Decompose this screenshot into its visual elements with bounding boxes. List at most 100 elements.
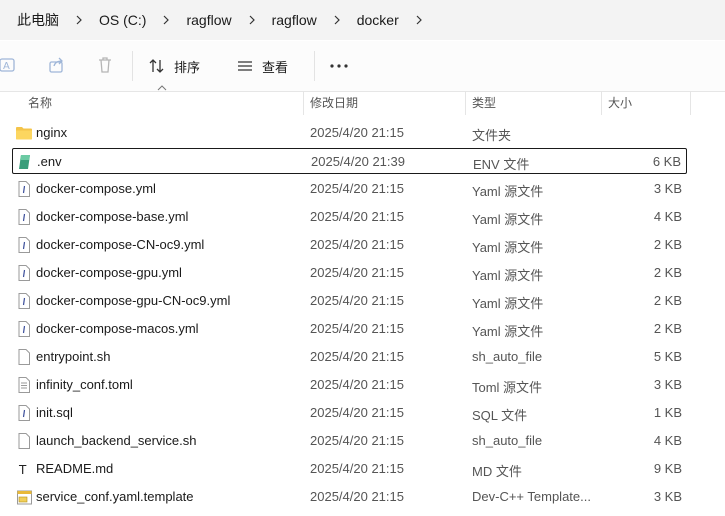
breadcrumb-item-ragflow-inner[interactable]: ragflow [272, 12, 317, 28]
delete-icon[interactable] [96, 56, 114, 74]
yaml-file-icon [17, 181, 31, 197]
file-size: 2 KB [653, 237, 682, 252]
breadcrumb: 此电脑 OS (C:) ragflow ragflow docker [0, 0, 725, 40]
file-modified-date: 2025/4/20 21:15 [310, 293, 404, 308]
file-row[interactable]: docker-compose-base.yml 2025/4/20 21:15 Ya… [12, 204, 687, 230]
file-row[interactable]: entrypoint.sh 2025/4/20 21:15 sh_auto_file… [12, 344, 687, 370]
file-name: docker-compose-base.yml [36, 209, 189, 224]
file-row[interactable]: docker-compose-gpu-CN-oc9.yml 2025/4/20 2… [12, 288, 687, 314]
file-type: Yaml 源文件 [472, 296, 544, 311]
text-file-icon [17, 377, 31, 393]
yaml-file-icon [17, 209, 31, 225]
chevron-right-icon[interactable] [232, 15, 272, 25]
file-row[interactable]: nginx 2025/4/20 21:15 文件夹 [12, 120, 687, 146]
file-name: docker-compose.yml [36, 181, 156, 196]
generic-file-icon [17, 349, 31, 365]
file-size: 2 KB [653, 321, 682, 336]
file-row[interactable]: docker-compose-gpu.yml 2025/4/20 21:15 Yam… [12, 260, 687, 286]
file-type: Yaml 源文件 [472, 268, 544, 283]
more-icon [330, 64, 348, 68]
sort-icon [149, 59, 164, 73]
file-row[interactable]: docker-compose.yml 2025/4/20 21:15 Yaml 源文… [12, 176, 687, 202]
yaml-file-icon [17, 321, 31, 337]
column-header-name[interactable]: 名称 [22, 91, 304, 115]
yaml-file-icon [17, 405, 31, 421]
sort-label: 排序 [174, 59, 201, 75]
markdown-file-icon: T [17, 461, 31, 477]
breadcrumb-item-ragflow[interactable]: ragflow [186, 12, 231, 28]
file-modified-date: 2025/4/20 21:39 [311, 154, 405, 169]
chevron-right-icon[interactable] [317, 15, 357, 25]
more-options-button[interactable] [328, 55, 350, 77]
file-modified-date: 2025/4/20 21:15 [310, 433, 404, 448]
chevron-right-icon[interactable] [399, 15, 439, 25]
yaml-file-icon [17, 293, 31, 309]
breadcrumb-item-this-pc[interactable]: 此电脑 [17, 10, 59, 30]
file-modified-date: 2025/4/20 21:15 [310, 349, 404, 364]
svg-text:A: A [3, 61, 10, 72]
file-type: MD 文件 [472, 464, 522, 479]
folder-icon [16, 126, 32, 142]
file-modified-date: 2025/4/20 21:15 [310, 461, 404, 476]
file-name: infinity_conf.toml [36, 377, 133, 392]
toolbar-divider [132, 51, 133, 81]
file-type: 文件夹 [472, 128, 512, 143]
file-type: Dev-C++ Template... [472, 489, 591, 504]
file-modified-date: 2025/4/20 21:15 [310, 489, 404, 504]
breadcrumb-item-docker[interactable]: docker [357, 12, 399, 28]
file-name: docker-compose-gpu.yml [36, 265, 182, 280]
sort-button[interactable]: 排序 [148, 53, 200, 79]
file-type: sh_auto_file [472, 433, 543, 448]
svg-text:T: T [18, 463, 27, 477]
file-size: 3 KB [653, 181, 682, 196]
file-name: .env [37, 154, 62, 169]
view-button[interactable]: 查看 [236, 53, 288, 79]
file-modified-date: 2025/4/20 21:15 [310, 125, 404, 140]
column-divider[interactable] [690, 91, 691, 115]
file-name: launch_backend_service.sh [36, 433, 197, 448]
file-size: 6 KB [652, 154, 681, 169]
file-name: docker-compose-gpu-CN-oc9.yml [36, 293, 231, 308]
file-type: sh_auto_file [472, 349, 543, 364]
file-type: Yaml 源文件 [472, 324, 544, 339]
file-size: 5 KB [653, 349, 682, 364]
file-row[interactable]: docker-compose-macos.yml 2025/4/20 21:15 Y… [12, 316, 687, 342]
file-row[interactable]: docker-compose-CN-oc9.yml 2025/4/20 21:15… [12, 232, 687, 258]
rename-icon[interactable]: A [0, 56, 18, 74]
file-row[interactable]: T README.md 2025/4/20 21:15 MD 文件 9 KB [12, 456, 687, 482]
file-row[interactable]: init.sql 2025/4/20 21:15 SQL 文件 1 KB [12, 400, 687, 426]
file-row[interactable]: .env 2025/4/20 21:39 ENV 文件 6 KB [12, 148, 687, 174]
yaml-file-icon [17, 237, 31, 253]
file-name: nginx [36, 125, 68, 140]
file-size: 2 KB [653, 265, 682, 280]
file-modified-date: 2025/4/20 21:15 [310, 321, 404, 336]
file-type: ENV 文件 [473, 157, 530, 172]
file-row[interactable]: infinity_conf.toml 2025/4/20 21:15 Toml 源文… [12, 372, 687, 398]
view-list-icon [238, 61, 252, 71]
breadcrumb-item-drive[interactable]: OS (C:) [99, 12, 146, 28]
chevron-right-icon[interactable] [146, 15, 186, 25]
column-header-size[interactable]: 大小 [602, 91, 690, 115]
file-size: 4 KB [653, 209, 682, 224]
file-type: SQL 文件 [472, 408, 528, 423]
chevron-right-icon[interactable] [59, 15, 99, 25]
template-file-icon [17, 489, 32, 505]
file-size: 2 KB [653, 293, 682, 308]
file-modified-date: 2025/4/20 21:15 [310, 377, 404, 392]
file-name: service_conf.yaml.template [36, 489, 194, 504]
file-type: Toml 源文件 [472, 380, 543, 395]
column-header-row: 名称 修改日期 类型 大小 [0, 85, 725, 115]
file-type: Yaml 源文件 [472, 184, 544, 199]
file-type: Yaml 源文件 [472, 212, 544, 227]
view-label: 查看 [262, 59, 289, 75]
file-modified-date: 2025/4/20 21:15 [310, 265, 404, 280]
file-row[interactable]: service_conf.yaml.template 2025/4/20 21:1… [12, 484, 687, 510]
file-modified-date: 2025/4/20 21:15 [310, 237, 404, 252]
file-row[interactable]: launch_backend_service.sh 2025/4/20 21:15… [12, 428, 687, 454]
column-header-type[interactable]: 类型 [466, 91, 601, 115]
file-name: README.md [36, 461, 114, 476]
share-icon[interactable] [48, 56, 66, 74]
file-size: 9 KB [653, 461, 682, 476]
column-header-modified[interactable]: 修改日期 [304, 91, 466, 115]
file-modified-date: 2025/4/20 21:15 [310, 209, 404, 224]
